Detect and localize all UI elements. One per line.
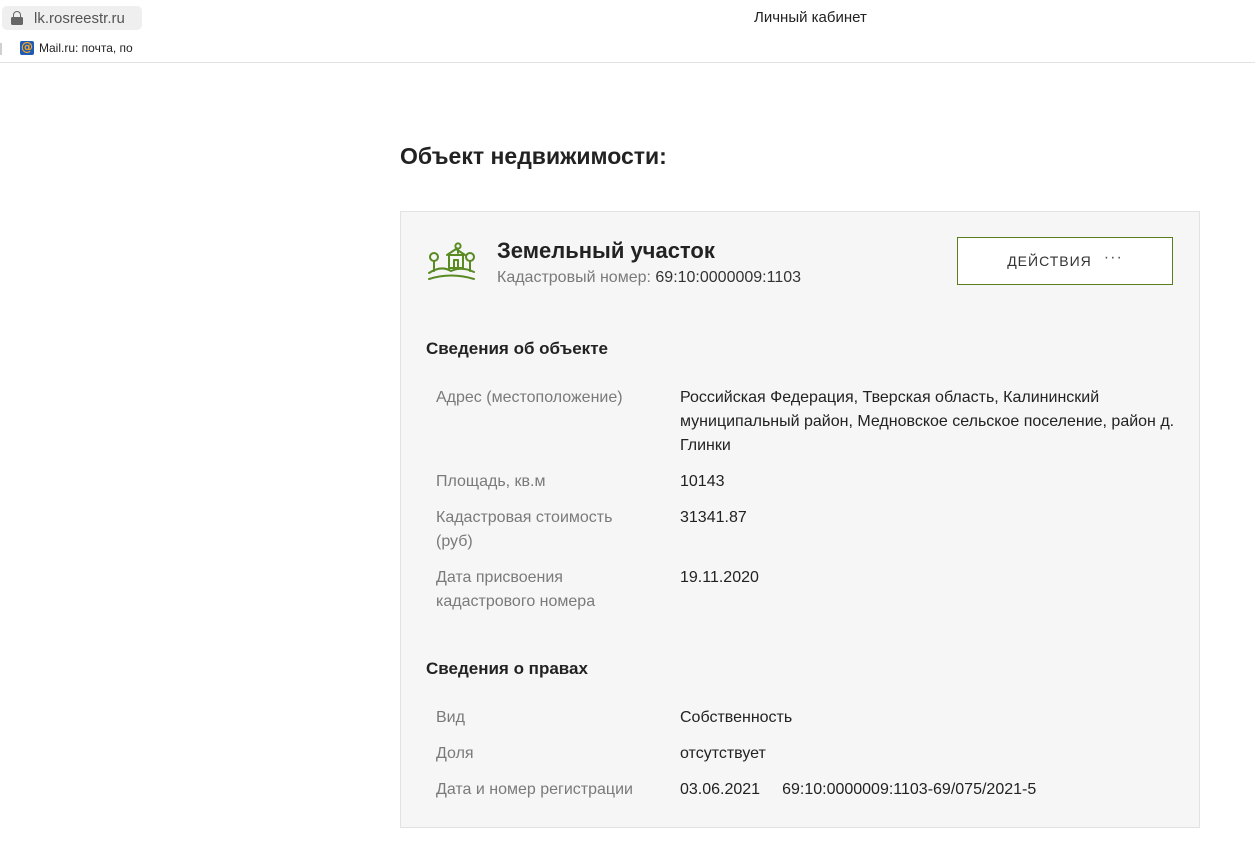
right-kind-value: Собственность [680, 709, 793, 726]
rights-heading: Сведения о правах [426, 659, 588, 678]
land-plot-icon [428, 242, 475, 280]
actions-button-label: ДЕЙСТВИЯ [1007, 253, 1092, 269]
bookmark-label: Mail.ru: почта, по [39, 41, 133, 55]
actions-button[interactable]: ДЕЙСТВИЯ ··· [957, 237, 1173, 285]
registration-number: 69:10:0000009:1103-69/075/2021-5 [782, 781, 1037, 798]
page-title: Объект недвижимости: [400, 143, 667, 169]
browser-toolbar: lk.rosreestr.ru Личный кабинет Mail.ru: … [0, 0, 1255, 63]
assignment-date-value: 19.11.2020 [680, 569, 759, 586]
lock-icon [10, 11, 24, 25]
object-details-heading: Сведения об объекте [426, 339, 608, 358]
cadastral-number-line: Кадастровый номер: 69:10:0000009:1103 [497, 269, 801, 287]
registration-value: 03.06.2021 69:10:0000009:1103-69/075/2021… [680, 778, 1175, 802]
url-text: lk.rosreestr.ru [34, 9, 125, 27]
share-label: Доля [436, 745, 474, 762]
cadastral-number-label: Кадастровый номер: [497, 269, 651, 286]
address-bar[interactable]: lk.rosreestr.ru [2, 6, 142, 30]
bookmark-mailru[interactable]: Mail.ru: почта, по [20, 41, 144, 55]
address-label: Адрес (местоположение) [436, 389, 623, 406]
property-card: Земельный участок Кадастровый номер: 69:… [400, 211, 1200, 828]
window-title: Личный кабинет [754, 9, 867, 26]
share-value: отсутствует [680, 745, 766, 762]
address-value: Российская Федерация, Тверская область, … [680, 389, 1175, 454]
object-type-title: Земельный участок [497, 238, 715, 263]
assignment-date-label: Дата присвоения кадастрового номера [436, 569, 596, 610]
area-label: Площадь, кв.м [436, 473, 546, 490]
cadastral-cost-label: Кадастровая стоимость (руб) [436, 509, 613, 550]
cadastral-number-value: 69:10:0000009:1103 [655, 269, 802, 286]
bookmark-edge-marker [0, 43, 2, 55]
area-value: 10143 [680, 473, 725, 490]
right-kind-label: Вид [436, 709, 465, 726]
registration-label: Дата и номер регистрации [436, 781, 633, 798]
more-dots-icon: ··· [1103, 249, 1123, 266]
cadastral-cost-value: 31341.87 [680, 509, 747, 526]
mailru-icon [20, 41, 34, 55]
registration-date: 03.06.2021 [680, 781, 761, 798]
